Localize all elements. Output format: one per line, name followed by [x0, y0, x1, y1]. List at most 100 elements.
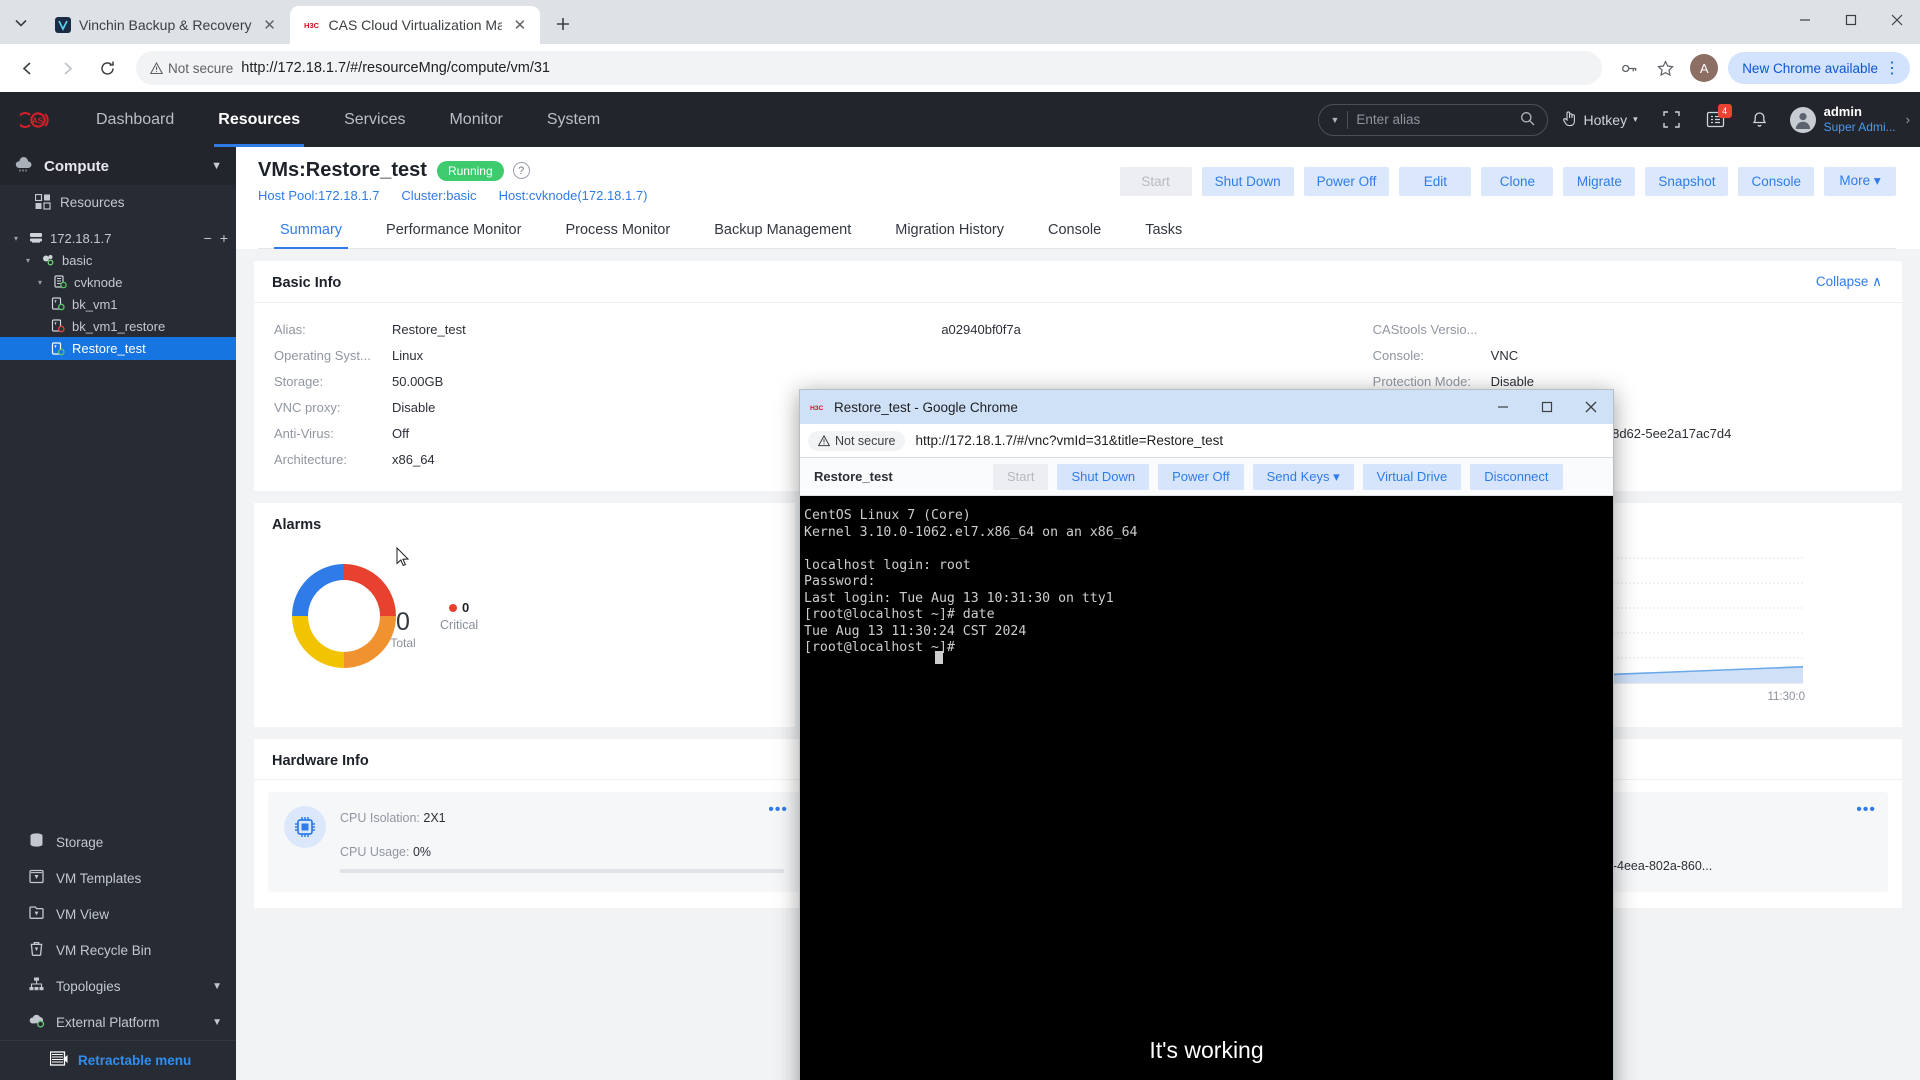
sidebar-item-topologies[interactable]: Topologies ▼: [0, 968, 236, 1004]
collapse-button[interactable]: Collapse ∧: [1816, 274, 1902, 290]
tab-search-icon[interactable]: [4, 6, 38, 40]
hardware-card-disk-menu[interactable]: •••: [1856, 802, 1876, 818]
hardware-card-cpu-lines: CPU Isolation: 2X1 CPU Usage: 0%: [340, 806, 784, 878]
minimize-icon[interactable]: [1481, 390, 1525, 424]
vnc-address-bar[interactable]: Not secure http://172.18.1.7/#/vnc?vmId=…: [800, 424, 1613, 458]
nav-item-dashboard[interactable]: Dashboard: [74, 92, 196, 147]
tab-backup-management[interactable]: Backup Management: [692, 213, 873, 248]
snapshot-button[interactable]: Snapshot: [1645, 166, 1729, 196]
profile-avatar[interactable]: A: [1690, 54, 1719, 82]
tab-process-monitor[interactable]: Process Monitor: [543, 213, 692, 248]
browser-tab-1[interactable]: H3C CAS Cloud Virtualization Mar ✕: [289, 6, 540, 44]
retractable-menu-button[interactable]: Retractable menu: [0, 1040, 236, 1080]
maximize-icon[interactable]: [1828, 0, 1874, 40]
sidebar-header-compute[interactable]: Compute ▼: [0, 147, 236, 185]
vnc-window-titlebar[interactable]: H3C Restore_test - Google Chrome: [800, 390, 1613, 424]
tree-node-bk-vm1[interactable]: bk_vm1: [0, 293, 236, 315]
migrate-button[interactable]: Migrate: [1563, 166, 1636, 196]
vnc-virtual-drive-button[interactable]: Virtual Drive: [1362, 463, 1462, 490]
tab-summary[interactable]: Summary: [258, 213, 364, 249]
info-value: 50.00GB: [392, 374, 444, 389]
sidebar-item-vm-recycle-bin[interactable]: VM Recycle Bin: [0, 932, 236, 968]
tree-node-cvknode[interactable]: ▾ cvknode: [0, 271, 236, 293]
vnc-send-keys-button[interactable]: Send Keys ▾: [1252, 463, 1354, 490]
cas-logo-icon[interactable]: AS: [14, 100, 60, 140]
vnc-shut-down-button[interactable]: Shut Down: [1057, 463, 1150, 490]
power-off-button[interactable]: Power Off: [1303, 166, 1390, 196]
vnc-screen[interactable]: CentOS Linux 7 (Core) Kernel 3.10.0-1062…: [800, 496, 1613, 1080]
more-button[interactable]: More ▾: [1824, 166, 1896, 196]
hotkey-button[interactable]: Hotkey ▾: [1552, 109, 1648, 130]
notification-bell-icon[interactable]: [1740, 100, 1780, 140]
plus-icon[interactable]: +: [220, 230, 228, 246]
tree-expand-controls[interactable]: − +: [204, 230, 228, 246]
chevron-down-icon[interactable]: ▾: [22, 256, 34, 265]
tree-node-bk-vm1-restore[interactable]: bk_vm1_restore: [0, 315, 236, 337]
nav-item-services[interactable]: Services: [322, 92, 427, 147]
sidebar-item-vm-templates[interactable]: VM Templates: [0, 860, 236, 896]
chevron-down-icon[interactable]: ▾: [1633, 114, 1638, 125]
alias-search-box[interactable]: ▼ Enter alias: [1317, 103, 1548, 136]
svg-text:11:30:0: 11:30:0: [1767, 691, 1805, 703]
search-input[interactable]: Enter alias: [1356, 112, 1511, 127]
chevron-down-icon[interactable]: ▼: [211, 160, 222, 172]
minimize-icon[interactable]: [1782, 0, 1828, 40]
tab-migration-history[interactable]: Migration History: [873, 213, 1026, 248]
address-bar[interactable]: Not secure http://172.18.1.7/#/resourceM…: [136, 51, 1603, 85]
task-list-icon[interactable]: 4: [1696, 100, 1736, 140]
browser-tab-1-title: CAS Cloud Virtualization Mar: [328, 17, 503, 33]
chevron-down-icon[interactable]: ▼: [212, 1017, 222, 1028]
tab-performance-monitor[interactable]: Performance Monitor: [364, 213, 543, 248]
tree-node-cluster-basic[interactable]: ▾ basic: [0, 249, 236, 271]
not-secure-indicator[interactable]: Not secure: [150, 61, 233, 76]
close-icon[interactable]: ✕: [260, 15, 280, 35]
close-icon[interactable]: ✕: [510, 15, 529, 35]
nav-item-system[interactable]: System: [525, 92, 622, 147]
minus-icon[interactable]: −: [204, 230, 212, 246]
vnc-power-off-button[interactable]: Power Off: [1158, 463, 1244, 490]
maximize-icon[interactable]: [1525, 390, 1569, 424]
chevron-right-icon[interactable]: ›: [1906, 112, 1910, 127]
chrome-update-button[interactable]: New Chrome available ⋮: [1728, 52, 1910, 84]
sidebar-item-resources[interactable]: Resources: [0, 185, 236, 219]
vm-running-icon: [50, 341, 66, 357]
sidebar-item-storage[interactable]: Storage: [0, 824, 236, 860]
chevron-down-icon[interactable]: ▾: [34, 278, 46, 287]
back-icon[interactable]: [10, 51, 44, 85]
close-icon[interactable]: [1569, 390, 1613, 424]
chevron-down-icon[interactable]: ▼: [212, 981, 222, 992]
breadcrumb-host-pool[interactable]: Host Pool:172.18.1.7: [258, 188, 379, 203]
breadcrumb-host[interactable]: Host:cvknode(172.18.1.7): [499, 188, 648, 203]
chrome-menu-icon[interactable]: ⋮: [1884, 58, 1900, 78]
hardware-card-cpu-menu[interactable]: •••: [768, 802, 788, 818]
console-button[interactable]: Console: [1738, 166, 1814, 196]
fullscreen-icon[interactable]: [1652, 100, 1692, 140]
tree-node-host-pool[interactable]: ▾ 172.18.1.7 − +: [0, 227, 236, 249]
password-key-icon[interactable]: [1614, 53, 1644, 83]
help-icon[interactable]: ?: [512, 162, 530, 179]
chevron-down-icon[interactable]: ▾: [10, 234, 22, 243]
not-secure-indicator[interactable]: Not secure: [808, 430, 906, 451]
tree-node-restore-test[interactable]: Restore_test: [0, 337, 236, 360]
search-icon[interactable]: [1520, 111, 1535, 129]
breadcrumb-cluster[interactable]: Cluster:basic: [401, 188, 476, 203]
tab-console[interactable]: Console: [1026, 213, 1123, 248]
shut-down-button[interactable]: Shut Down: [1201, 166, 1294, 196]
browser-tab-0[interactable]: Vinchin Backup & Recovery ✕: [40, 6, 290, 44]
edit-button[interactable]: Edit: [1399, 166, 1472, 196]
user-menu[interactable]: admin Super Admi... ›: [1784, 104, 1910, 135]
reload-icon[interactable]: [90, 51, 124, 85]
close-icon[interactable]: [1874, 0, 1920, 40]
bookmark-star-icon[interactable]: [1650, 53, 1680, 83]
vnc-disconnect-button[interactable]: Disconnect: [1470, 463, 1563, 490]
sidebar-item-vm-view[interactable]: VM View: [0, 896, 236, 932]
tab-tasks[interactable]: Tasks: [1123, 213, 1204, 248]
chevron-down-icon[interactable]: ▼: [1331, 115, 1340, 125]
new-tab-button[interactable]: [548, 9, 578, 39]
vnc-console-window[interactable]: H3C Restore_test - Google Chrome Not sec…: [799, 389, 1614, 1080]
clone-button[interactable]: Clone: [1481, 166, 1554, 196]
nav-item-monitor[interactable]: Monitor: [427, 92, 524, 147]
sidebar-item-external-platform[interactable]: External Platform ▼: [0, 1004, 236, 1040]
nav-item-resources[interactable]: Resources: [196, 92, 322, 147]
info-row: CAStools Versio...: [1373, 317, 1902, 343]
